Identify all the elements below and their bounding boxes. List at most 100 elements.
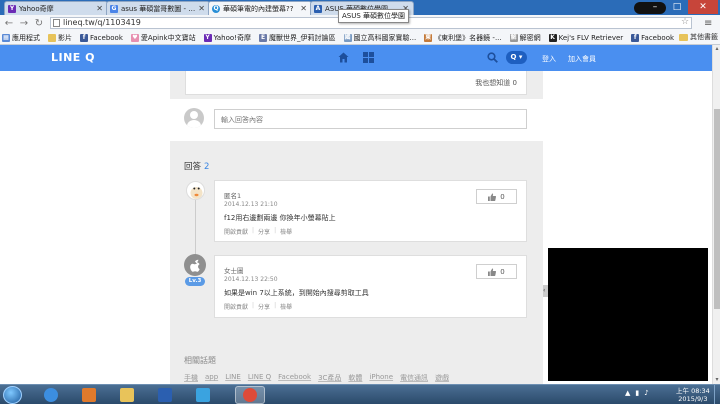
answer-2-avatar[interactable] xyxy=(184,254,206,276)
related-tag-link[interactable]: app xyxy=(205,373,218,383)
close-tab-icon[interactable]: ✕ xyxy=(96,4,103,13)
taskbar-app-word[interactable] xyxy=(150,386,180,404)
bookmark-item[interactable]: E 魔獸世界_伊莉討論區 xyxy=(259,33,336,43)
taskbar-clock[interactable]: 上午 08:34 2015/9/3 xyxy=(676,387,710,403)
taskbar-app-folder[interactable] xyxy=(112,386,142,404)
answer-1-avatar[interactable] xyxy=(186,181,205,200)
ask-question-button[interactable]: Q ▾ xyxy=(506,51,527,64)
search-icon[interactable] xyxy=(487,52,498,63)
scroll-down-icon[interactable]: ▾ xyxy=(713,376,720,384)
bookmark-item[interactable]: f Facebook xyxy=(80,33,123,42)
tab-yahoo[interactable]: Y Yahoo奇摩 ✕ xyxy=(4,1,108,15)
contribute-link[interactable]: 開啟貢獻 xyxy=(224,227,248,236)
contribute-link[interactable]: 開啟貢獻 xyxy=(224,302,248,311)
thumbs-up-icon xyxy=(488,193,497,201)
answer-input[interactable]: 輸入回答內容 xyxy=(214,109,527,129)
ad-video-area[interactable] xyxy=(548,248,708,381)
like-count: 0 xyxy=(500,192,505,201)
taskbar-app-ie[interactable] xyxy=(36,386,66,404)
bookmark-label: Facebook xyxy=(641,33,675,42)
bookmark-item[interactable]: 解解密網 xyxy=(509,33,541,43)
home-icon[interactable] xyxy=(338,52,349,63)
bookmark-item[interactable]: 東《東利堡》名器鏡 -... xyxy=(424,33,502,43)
minimize-icon[interactable]: – xyxy=(644,0,666,14)
maximize-icon[interactable]: □ xyxy=(666,0,688,14)
bookmark-star-icon[interactable]: ☆ xyxy=(681,17,689,27)
taskbar-app-chrome[interactable] xyxy=(235,386,265,404)
login-link[interactable]: 登入 xyxy=(542,54,556,64)
bookmark-label: 國立高科國家實驗... xyxy=(353,33,417,42)
answer-author[interactable]: 女士圖 xyxy=(224,265,244,275)
bookmark-item[interactable]: Y Yahoo!奇摩 xyxy=(203,33,251,43)
related-tag-link[interactable]: Facebook xyxy=(278,373,311,383)
bookmark-favicon-icon: Y xyxy=(203,33,212,42)
lineq-logo[interactable]: LINE Q xyxy=(51,51,95,64)
forward-icon[interactable]: → xyxy=(18,18,30,29)
google-favicon-icon: G xyxy=(110,4,118,13)
app-icon xyxy=(196,388,210,402)
me-too-counter[interactable]: 我也想知道 0 xyxy=(475,78,517,88)
like-button[interactable]: 0 xyxy=(476,189,517,204)
related-tag-link[interactable]: 手機 xyxy=(184,373,198,383)
bookmark-item[interactable]: 影片 xyxy=(48,33,72,43)
apple-icon xyxy=(190,259,200,272)
bookmark-item[interactable]: K Kej's FLV Retriever xyxy=(548,33,624,42)
close-tab-icon[interactable]: ✕ xyxy=(300,4,307,13)
bookmark-item[interactable]: ♥ 愛Apink中文寶站 xyxy=(130,33,196,43)
start-button[interactable] xyxy=(3,386,22,404)
taskbar-app-media[interactable] xyxy=(74,386,104,404)
reload-icon[interactable]: ↻ xyxy=(33,18,45,29)
related-tag-link[interactable]: 軟體 xyxy=(348,373,362,383)
join-member-link[interactable]: 加入會員 xyxy=(568,54,596,64)
answer-text: 如果是win 7以上系統，到開始內搜尋剪取工具 xyxy=(224,289,369,297)
close-window-icon[interactable]: ✕ xyxy=(688,0,718,14)
window-controls: – □ ✕ xyxy=(644,0,718,14)
menu-icon[interactable]: ≡ xyxy=(704,18,712,29)
other-bookmarks[interactable]: 其他書籤 xyxy=(675,32,718,42)
tab-google[interactable]: G asus 華碩當哥數圖 - Goo ✕ xyxy=(106,1,210,15)
scroll-up-icon[interactable]: ▴ xyxy=(713,45,720,53)
related-tag-link[interactable]: iPhone xyxy=(369,373,393,383)
share-link[interactable]: 分享 xyxy=(258,302,270,311)
level-badge: Lv.3 xyxy=(185,277,205,286)
related-tag-link[interactable]: 遊戲 xyxy=(435,373,449,383)
bookmark-item[interactable]: 國國立高科國家實驗... xyxy=(343,33,417,43)
page-scrollbar[interactable]: ▴ ▾ xyxy=(712,45,720,384)
answer-date: 2014.12.13 21:10 xyxy=(224,201,278,208)
folder-icon xyxy=(120,388,134,402)
bookmark-item[interactable]: f Facebook xyxy=(631,33,675,42)
tab-lineq[interactable]: Q 華碩筆電的內建螢幕?? ✕ xyxy=(208,1,312,15)
bookmark-label: 《東利堡》名器鏡 -... xyxy=(434,33,502,42)
collapse-sidebar-icon[interactable]: ‹ xyxy=(543,285,548,297)
related-tag-link[interactable]: LINE Q xyxy=(248,373,271,383)
question-card: 我也想知道 0 xyxy=(185,71,527,95)
report-link[interactable]: 檢舉 xyxy=(280,302,292,311)
scroll-thumb[interactable] xyxy=(714,109,720,309)
bookmark-item[interactable]: ▦ 應用程式 xyxy=(2,33,40,43)
bookmark-favicon-icon: f xyxy=(80,33,88,42)
like-button[interactable]: 0 xyxy=(476,264,517,279)
site-header: LINE Q Q ▾ 登入 加入會員 xyxy=(0,45,712,71)
volume-icon[interactable]: ♪ xyxy=(644,389,648,397)
taskbar-app-app[interactable] xyxy=(188,386,218,404)
related-tag-link[interactable]: LINE xyxy=(225,373,241,383)
show-desktop-button[interactable] xyxy=(714,385,720,404)
network-icon[interactable]: ▮ xyxy=(635,389,639,397)
bookmark-label: 解密網 xyxy=(519,33,541,42)
category-grid-icon[interactable] xyxy=(363,52,374,63)
yahoo-favicon-icon: Y xyxy=(8,4,16,13)
folder-icon xyxy=(679,33,688,41)
related-tags: 手機 app LINE LINE Q Facebook 3C產品 軟體 iPhone 電信通訊遊… xyxy=(184,373,449,383)
related-tag-link[interactable]: 3C產品 xyxy=(318,373,341,383)
share-link[interactable]: 分享 xyxy=(258,227,270,236)
related-tag-link[interactable]: 電信通訊 xyxy=(400,373,428,383)
report-link[interactable]: 檢舉 xyxy=(280,227,292,236)
tray-arrow-icon[interactable]: ▲ xyxy=(625,389,630,397)
close-tab-icon[interactable]: ✕ xyxy=(198,4,205,13)
word-icon xyxy=(158,388,172,402)
answer-author[interactable]: 匿名1 xyxy=(224,190,241,200)
back-icon[interactable]: ← xyxy=(3,18,15,29)
bookmark-favicon-icon xyxy=(48,33,56,42)
bookmark-label: Kej's FLV Retriever xyxy=(558,33,624,42)
like-count: 0 xyxy=(500,267,505,276)
